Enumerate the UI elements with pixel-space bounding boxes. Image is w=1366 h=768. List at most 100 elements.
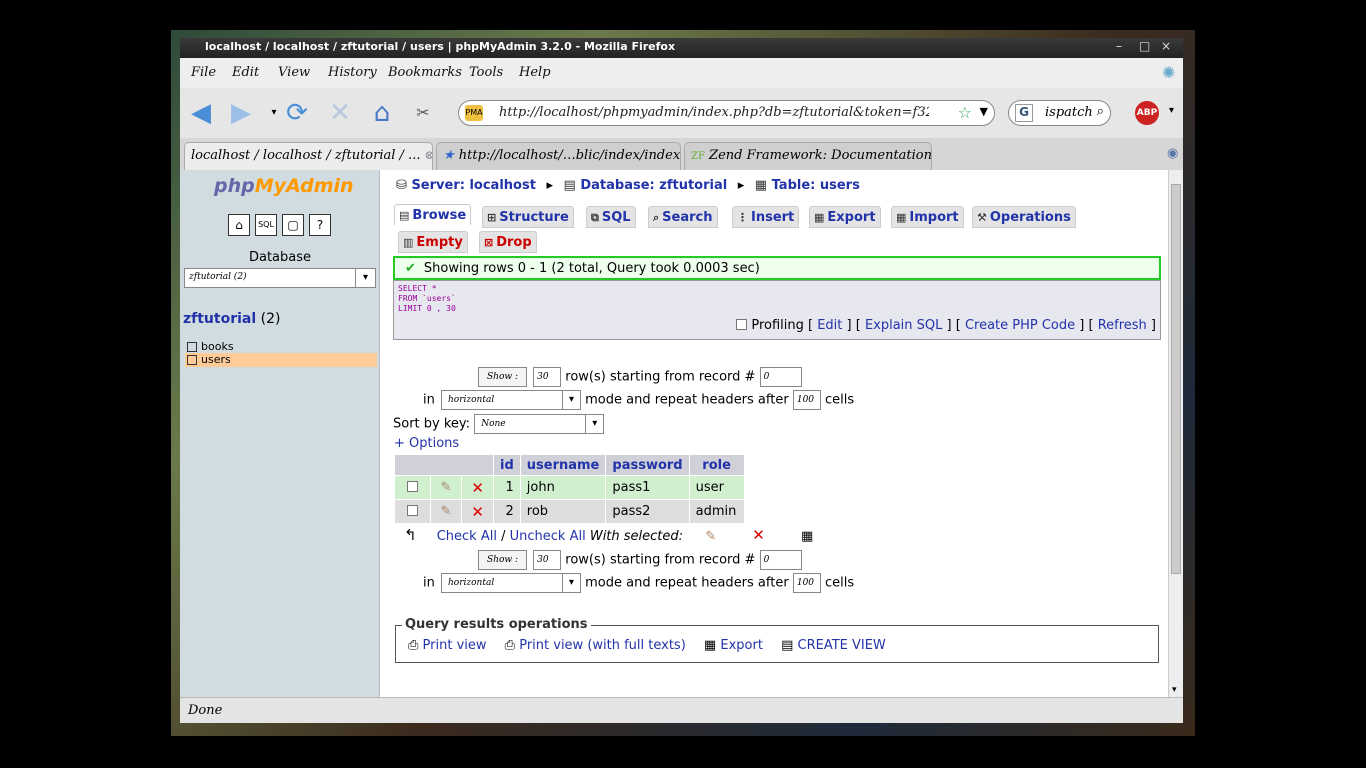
menu-history[interactable]: History [328, 65, 377, 80]
rows-input[interactable]: 30 [533, 367, 562, 387]
uncheck-all-link[interactable]: Uncheck All [510, 529, 586, 544]
scrollbar-thumb[interactable] [1171, 184, 1181, 574]
explain-sql-link[interactable]: Explain SQL [865, 318, 942, 333]
refresh-link[interactable]: Refresh [1098, 318, 1147, 333]
tab-export[interactable]: ▦ Export [809, 206, 881, 228]
forward-icon[interactable]: ▶ [224, 96, 258, 130]
documentation-icon[interactable]: ? [309, 214, 331, 236]
minimize-icon[interactable]: – [1116, 39, 1122, 53]
tab-empty[interactable]: ▥ Empty [398, 231, 468, 253]
table-item-books[interactable]: books [185, 340, 377, 354]
stop-icon[interactable]: ✕ [323, 96, 357, 130]
url-dropdown-icon[interactable]: ▼ [980, 105, 988, 118]
tab-import[interactable]: ▦ Import [891, 206, 964, 228]
search-icon[interactable]: ⌕ [1097, 104, 1104, 119]
create-view-link[interactable]: CREATE VIEW [798, 638, 886, 653]
table-icon[interactable] [187, 355, 197, 365]
table-item-users[interactable]: users [185, 353, 377, 367]
tab-browse[interactable]: ▤ Browse [394, 204, 472, 226]
menu-help[interactable]: Help [519, 65, 551, 80]
tab-close-icon[interactable]: ⊗ [424, 148, 432, 162]
tab-structure[interactable]: ⊞ Structure [482, 206, 574, 228]
tab-drop[interactable]: ⊠ Drop [479, 231, 537, 253]
vertical-scrollbar[interactable]: ▾ [1168, 170, 1183, 697]
reload-icon[interactable]: ⟳ [280, 96, 314, 130]
phpmyadmin-logo[interactable]: phpMyAdmin [214, 175, 354, 197]
column-header-password[interactable]: password [606, 455, 689, 475]
delete-selected-icon[interactable]: ✕ [752, 526, 765, 544]
export-link[interactable]: Export [720, 638, 763, 653]
repeat-headers-input[interactable]: 100 [792, 390, 821, 410]
start-record-input[interactable]: 0 [759, 367, 802, 387]
home-icon[interactable]: ⌂ [228, 214, 250, 236]
breadcrumb-table[interactable]: Table: users [772, 178, 860, 193]
back-icon[interactable]: ◀ [184, 96, 218, 130]
search-input[interactable]: ispatch [1045, 105, 1093, 120]
screen: localhost / localhost / zftutorial / use… [0, 0, 1366, 768]
tab-insert[interactable]: ⋮ Insert [732, 206, 800, 228]
row-checkbox[interactable] [406, 481, 418, 492]
profiling-checkbox[interactable] [736, 319, 748, 330]
close-icon[interactable]: × [1161, 39, 1171, 53]
tab-operations[interactable]: ⚒ Operations [972, 206, 1076, 228]
export-icon: ▦ [703, 638, 717, 653]
maximize-icon[interactable]: □ [1139, 39, 1150, 53]
delete-icon[interactable]: ✕ [471, 479, 484, 497]
column-header-id[interactable]: id [494, 455, 520, 475]
repeat-headers-input[interactable]: 100 [792, 573, 821, 593]
breadcrumb-server[interactable]: Server: localhost [411, 178, 535, 193]
show-button[interactable]: Show : [478, 550, 527, 570]
tab-favicon-icon: ZF [691, 151, 705, 162]
home-icon[interactable]: ⌂ [365, 96, 399, 130]
display-mode-select[interactable]: horizontal ▾ [441, 390, 581, 410]
extension-icon[interactable]: ✂ [406, 96, 440, 130]
sql-query-icon[interactable]: SQL [255, 214, 277, 236]
operations-icon: ⚒ [977, 211, 987, 224]
tab-list-icon[interactable]: ◉ [1167, 146, 1178, 161]
export-selected-icon[interactable]: ▦ [801, 529, 813, 544]
create-php-code-link[interactable]: Create PHP Code [965, 318, 1075, 333]
edit-link[interactable]: Edit [817, 318, 842, 333]
query-window-icon[interactable]: ▢ [282, 214, 304, 236]
tab-phpmyadmin[interactable]: localhost / localhost / zftutorial / ...… [184, 142, 433, 170]
column-header-username[interactable]: username [520, 455, 606, 475]
nav-row-mode: in horizontal ▾ mode and repeat headers a… [423, 390, 854, 410]
database-icon: ▤ [563, 178, 576, 193]
database-heading[interactable]: zftutorial (2) [183, 311, 280, 327]
rows-input[interactable]: 30 [533, 550, 562, 570]
menu-bookmarks[interactable]: Bookmarks [388, 65, 462, 80]
tab-sql[interactable]: ⧉ SQL [586, 206, 636, 228]
edit-pencil-icon[interactable]: ✎ [441, 504, 452, 519]
search-engine-icon[interactable]: G [1015, 104, 1033, 122]
edit-selected-icon[interactable]: ✎ [705, 529, 716, 544]
menu-tools[interactable]: Tools [469, 65, 503, 80]
options-link[interactable]: + Options [394, 436, 459, 451]
column-header-role[interactable]: role [689, 455, 744, 475]
menu-view[interactable]: View [278, 65, 310, 80]
row-checkbox[interactable] [406, 505, 418, 516]
tab-index[interactable]: ★ http://localhost/…blic/index/index⊗ [436, 142, 681, 170]
database-select[interactable]: zftutorial (2) ▾ [184, 268, 376, 288]
print-view-link[interactable]: Print view [423, 638, 487, 653]
url-text[interactable]: http://localhost/phpmyadmin/index.php?db… [499, 105, 929, 120]
menu-edit[interactable]: Edit [232, 65, 259, 80]
check-all-link[interactable]: Check All [437, 529, 497, 544]
sort-key-select[interactable]: None ▾ [474, 414, 605, 434]
show-button[interactable]: Show : [478, 367, 527, 387]
adblock-plus-icon[interactable]: ABP [1135, 101, 1159, 125]
menu-file[interactable]: File [191, 65, 216, 80]
edit-pencil-icon[interactable]: ✎ [441, 480, 452, 495]
search-bar[interactable]: G ispatch ⌕ [1008, 100, 1111, 126]
addon-dropdown-icon[interactable]: ▾ [1169, 105, 1174, 116]
scroll-down-icon[interactable]: ▾ [1172, 685, 1177, 695]
breadcrumb-database[interactable]: Database: zftutorial [580, 178, 727, 193]
print-view-full-link[interactable]: Print view (with full texts) [519, 638, 686, 653]
tab-zend-docs[interactable]: ZF Zend Framework: Documentation⊗ [684, 142, 932, 170]
display-mode-select[interactable]: horizontal ▾ [441, 573, 581, 593]
bookmark-star-icon[interactable]: ☆ [958, 103, 972, 122]
delete-icon[interactable]: ✕ [471, 503, 484, 521]
tab-search[interactable]: ⌕ Search [648, 206, 718, 228]
url-bar[interactable]: PMA http://localhost/phpmyadmin/index.ph… [458, 100, 995, 126]
table-icon[interactable] [187, 342, 197, 352]
start-record-input[interactable]: 0 [759, 550, 802, 570]
